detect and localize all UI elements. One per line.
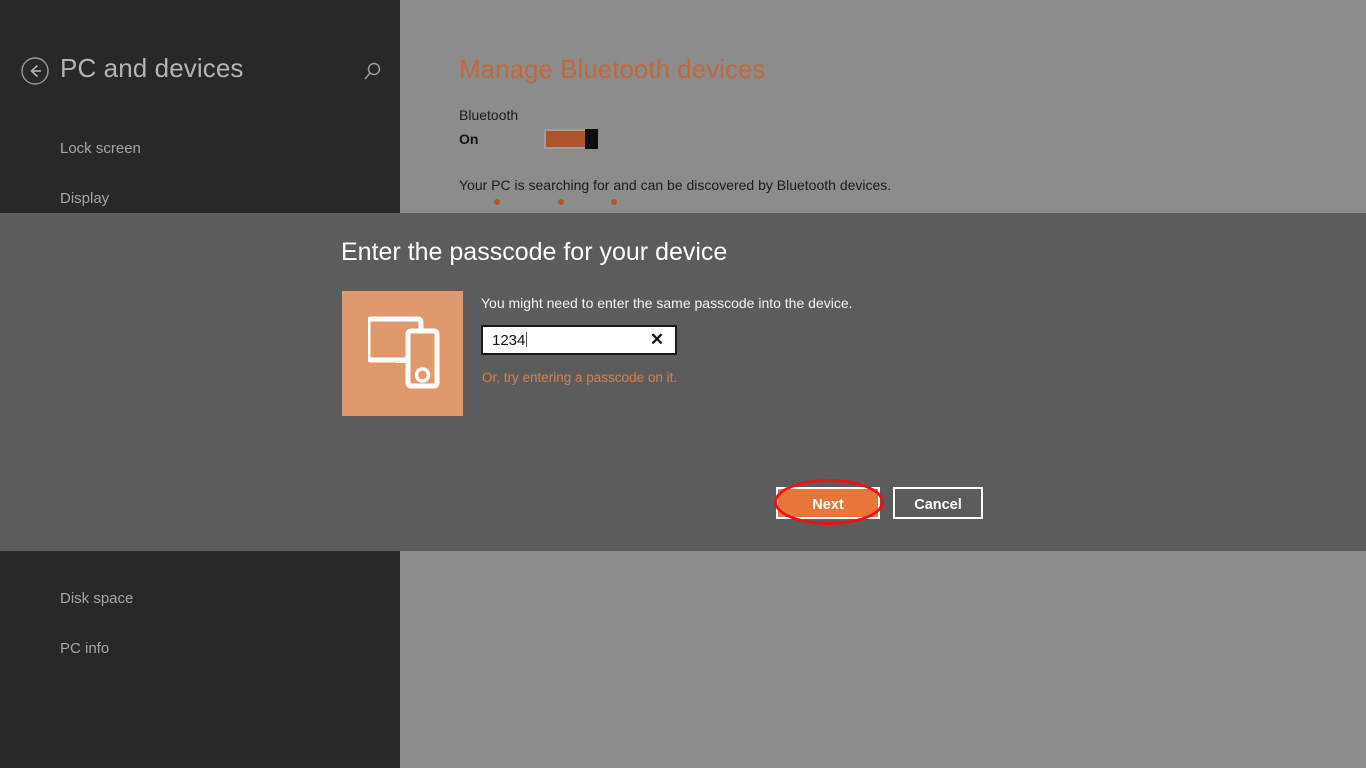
sidebar-nav-bottom: Disk space PC info xyxy=(0,574,400,674)
passcode-dialog: Enter the passcode for your device You m… xyxy=(0,213,1366,551)
bluetooth-state-label: On xyxy=(459,131,479,147)
search-icon xyxy=(364,62,381,80)
text-caret xyxy=(526,332,528,347)
pc-and-phone-icon xyxy=(368,316,440,389)
next-button[interactable]: Next xyxy=(776,487,880,519)
sidebar-item-label: Display xyxy=(60,190,110,207)
content-title: Manage Bluetooth devices xyxy=(459,54,766,84)
progress-dot xyxy=(494,199,500,205)
passcode-input-value: 1234 xyxy=(492,332,528,349)
sidebar-item-label: Lock screen xyxy=(60,140,141,157)
bluetooth-label: Bluetooth xyxy=(459,107,519,123)
passcode-input[interactable]: 1234 ✕ xyxy=(481,325,677,355)
search-button[interactable] xyxy=(358,58,386,86)
dialog-description: You might need to enter the same passcod… xyxy=(481,295,853,311)
progress-dot xyxy=(558,199,564,205)
dialog-button-row: Next Cancel xyxy=(0,487,1366,521)
back-button[interactable] xyxy=(20,56,50,86)
searching-status-text: Your PC is searching for and can be disc… xyxy=(459,177,892,193)
sidebar-item-disk-space[interactable]: Disk space xyxy=(0,574,400,624)
back-arrow-icon xyxy=(21,57,49,85)
progress-dot xyxy=(611,199,617,205)
toggle-thumb xyxy=(585,129,598,149)
clear-input-button[interactable]: ✕ xyxy=(647,330,667,350)
cancel-button[interactable]: Cancel xyxy=(893,487,983,519)
sidebar-nav-top: Lock screen Display xyxy=(0,124,400,224)
sidebar-item-label: PC info xyxy=(60,640,110,657)
app-root: PC and devices Lock screen Display Disk … xyxy=(0,0,1366,768)
bluetooth-toggle[interactable] xyxy=(544,129,598,149)
page-title: PC and devices xyxy=(60,53,244,83)
alternate-passcode-link[interactable]: Or, try entering a passcode on it. xyxy=(482,370,677,385)
dialog-title: Enter the passcode for your device xyxy=(341,238,728,266)
device-tile xyxy=(342,291,463,416)
sidebar-item-label: Disk space xyxy=(60,590,134,607)
sidebar-item-lock-screen[interactable]: Lock screen xyxy=(0,124,400,174)
sidebar-item-pc-info[interactable]: PC info xyxy=(0,624,400,674)
progress-dots xyxy=(493,199,623,207)
